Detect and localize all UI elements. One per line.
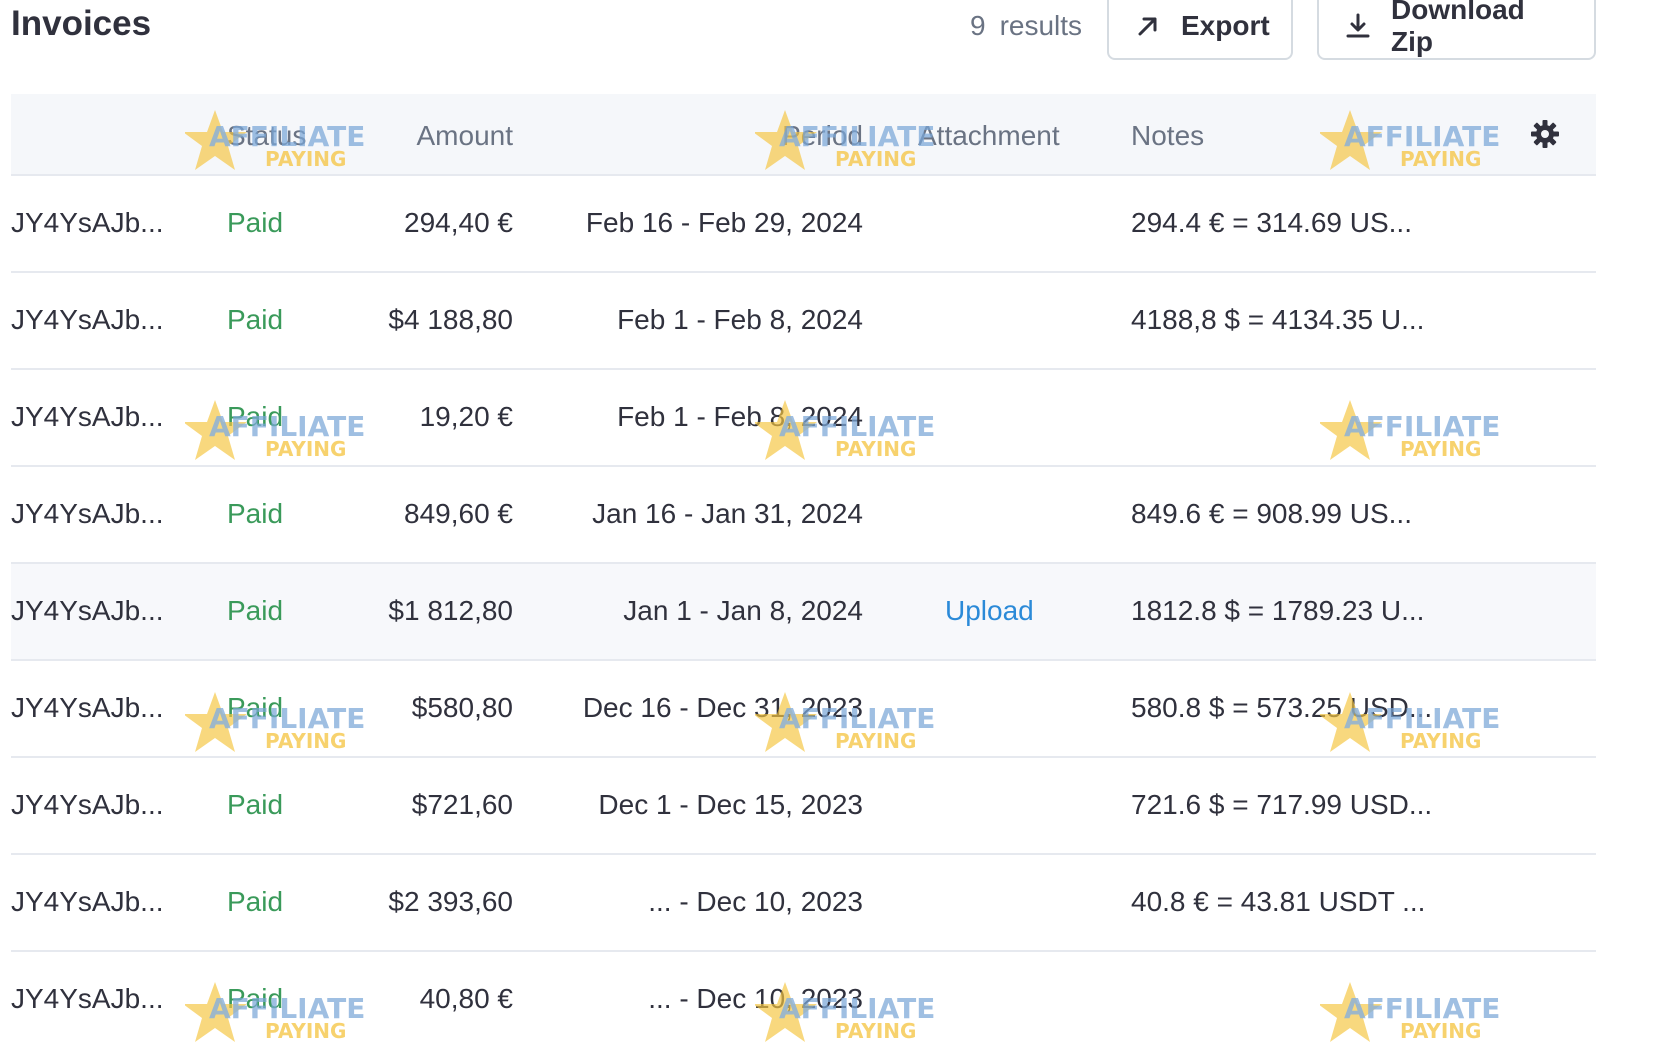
period: Feb 16 - Feb 29, 2024 [585, 207, 863, 238]
invoice-id[interactable]: JY4YsAJb... [11, 498, 164, 530]
results-label: results [999, 10, 1083, 41]
period: ... - Dec 10, 2023 [648, 983, 863, 1014]
download-zip-label: Download Zip [1391, 0, 1525, 57]
amount: $4 188,80 [388, 304, 513, 335]
status-paid: Paid [227, 207, 284, 238]
download-icon [1343, 11, 1373, 41]
upload-link[interactable]: Upload [945, 595, 1034, 627]
invoice-id[interactable]: JY4YsAJb... [11, 595, 164, 627]
column-header-amount[interactable]: Amount [417, 120, 514, 152]
gear-icon[interactable] [1529, 118, 1561, 150]
status-paid: Paid [227, 595, 284, 626]
notes: 294.4 € = 314.69 US... [1131, 207, 1412, 238]
invoices-table: Status Amount Period Attachment Notes JY… [11, 94, 1596, 1047]
period: ... - Dec 10, 2023 [648, 886, 863, 917]
notes: 4188,8 $ = 4134.35 U... [1131, 304, 1425, 335]
status-paid: Paid [227, 692, 284, 723]
invoice-id[interactable]: JY4YsAJb... [11, 886, 164, 918]
arrow-up-right-icon [1133, 11, 1163, 41]
results-count: 9 results [970, 10, 1082, 42]
notes: 721.6 $ = 717.99 USD... [1131, 789, 1433, 820]
status-paid: Paid [227, 789, 284, 820]
period: Dec 1 - Dec 15, 2023 [598, 789, 863, 820]
status-paid: Paid [227, 498, 284, 529]
amount: 19,20 € [419, 401, 513, 432]
table-row[interactable]: JY4YsAJb... Paid $4 188,80 Feb 1 - Feb 8… [11, 273, 1596, 370]
notes: 849.6 € = 908.99 US... [1131, 498, 1412, 529]
invoice-id[interactable]: JY4YsAJb... [11, 304, 164, 336]
table-row[interactable]: JY4YsAJb... Paid 294,40 € Feb 16 - Feb 2… [11, 176, 1596, 273]
column-header-period[interactable]: Period [782, 120, 863, 152]
amount: $1 812,80 [388, 595, 513, 626]
column-header-notes[interactable]: Notes [1131, 120, 1204, 152]
period: Feb 1 - Feb 8, 2024 [617, 401, 863, 432]
table-row[interactable]: JY4YsAJb... Paid $580,80 Dec 16 - Dec 31… [11, 661, 1596, 758]
amount: 849,60 € [404, 498, 513, 529]
column-header-status[interactable]: Status [227, 120, 306, 152]
table-header: Status Amount Period Attachment Notes [11, 94, 1596, 176]
amount: $2 393,60 [388, 886, 513, 917]
table-row[interactable]: JY4YsAJb... Paid 849,60 € Jan 16 - Jan 3… [11, 467, 1596, 564]
notes: 1812.8 $ = 1789.23 U... [1131, 595, 1425, 626]
table-row[interactable]: JY4YsAJb... Paid 40,80 € ... - Dec 10, 2… [11, 952, 1596, 1047]
amount: 294,40 € [404, 207, 513, 238]
period: Dec 16 - Dec 31, 2023 [582, 692, 863, 723]
amount: $721,60 [411, 789, 513, 820]
invoice-id[interactable]: JY4YsAJb... [11, 692, 164, 724]
invoice-id[interactable]: JY4YsAJb... [11, 789, 164, 821]
status-paid: Paid [227, 983, 284, 1014]
amount: $580,80 [411, 692, 513, 723]
period: Jan 16 - Jan 31, 2024 [592, 498, 863, 529]
period: Jan 1 - Jan 8, 2024 [623, 595, 863, 626]
results-number: 9 [970, 10, 986, 41]
notes: 40.8 € = 43.81 USDT ... [1131, 886, 1426, 917]
export-button[interactable]: Export [1107, 0, 1293, 60]
download-zip-button[interactable]: Download Zip [1317, 0, 1596, 60]
table-row[interactable]: JY4YsAJb... Paid $2 393,60 ... - Dec 10,… [11, 855, 1596, 952]
page-title: Invoices [11, 4, 152, 43]
table-row[interactable]: JY4YsAJb... Paid 19,20 € Feb 1 - Feb 8, … [11, 370, 1596, 467]
amount: 40,80 € [419, 983, 513, 1014]
status-paid: Paid [227, 886, 284, 917]
invoice-id[interactable]: JY4YsAJb... [11, 207, 164, 239]
invoice-id[interactable]: JY4YsAJb... [11, 401, 164, 433]
notes: 580.8 $ = 573.25 USD... [1131, 692, 1433, 723]
status-paid: Paid [227, 401, 284, 432]
column-header-attachment[interactable]: Attachment [918, 120, 1060, 152]
period: Feb 1 - Feb 8, 2024 [617, 304, 863, 335]
status-paid: Paid [227, 304, 284, 335]
table-row-hovered[interactable]: JY4YsAJb... Paid $1 812,80 Jan 1 - Jan 8… [11, 564, 1596, 661]
invoice-id[interactable]: JY4YsAJb... [11, 983, 164, 1015]
export-label: Export [1181, 10, 1270, 41]
table-row[interactable]: JY4YsAJb... Paid $721,60 Dec 1 - Dec 15,… [11, 758, 1596, 855]
